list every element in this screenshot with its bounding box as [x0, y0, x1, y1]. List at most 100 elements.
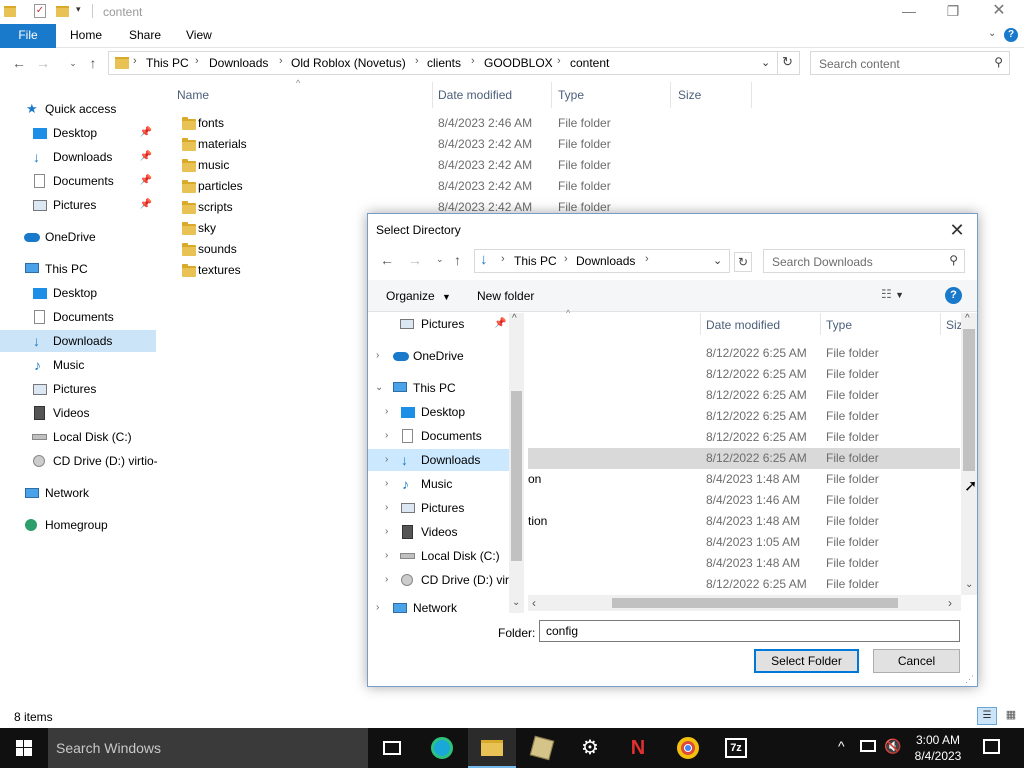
- scroll-up-icon[interactable]: ^: [965, 313, 970, 324]
- tree-scrollbar[interactable]: ^ ⌄: [509, 313, 524, 613]
- expand-ribbon-icon[interactable]: ⌄: [988, 28, 996, 39]
- column-header-type[interactable]: Type: [826, 318, 852, 332]
- back-arrow-icon[interactable]: ←: [380, 252, 394, 268]
- nav-pc-downloads[interactable]: ↓ Downloads: [0, 330, 156, 352]
- pin-icon[interactable]: 📌: [140, 146, 152, 168]
- cancel-button[interactable]: Cancel: [873, 649, 960, 673]
- properties-icon[interactable]: ✓: [34, 4, 46, 18]
- recent-locations-icon[interactable]: ⌄: [436, 254, 444, 265]
- file-explorer-icon[interactable]: [468, 728, 516, 768]
- breadcrumb-downloads[interactable]: Downloads: [209, 56, 268, 70]
- nav-pc-local-disk[interactable]: Local Disk (C:): [0, 426, 156, 448]
- list-vertical-scrollbar[interactable]: ^ ⌄: [961, 313, 977, 595]
- nav-pc-videos[interactable]: Videos: [0, 402, 156, 424]
- tree-item-network[interactable]: › Network: [368, 597, 510, 613]
- list-horizontal-scrollbar[interactable]: ‹ ›: [528, 595, 961, 611]
- file-row[interactable]: sky: [170, 218, 360, 239]
- list-item[interactable]: 8/12/2022 6:25 AM File folder: [528, 406, 960, 427]
- file-row[interactable]: textures: [170, 260, 360, 281]
- nav-pc-music[interactable]: ♪ Music: [0, 354, 156, 376]
- nav-qa-pictures[interactable]: Pictures 📌: [0, 194, 156, 216]
- list-item[interactable]: 8/12/2022 6:25 AM File folder: [528, 574, 960, 595]
- scroll-thumb[interactable]: [963, 329, 975, 471]
- chevron-right-icon[interactable]: ›: [385, 473, 388, 495]
- scroll-down-icon[interactable]: ⌄: [965, 579, 973, 590]
- edge-browser-icon[interactable]: [418, 728, 466, 768]
- list-item[interactable]: 8/12/2022 6:25 AM File folder: [528, 364, 960, 385]
- chevron-right-icon[interactable]: ›: [385, 449, 388, 471]
- dialog-search-box[interactable]: Search Downloads ⚲: [763, 249, 965, 273]
- list-item[interactable]: 8/12/2022 6:25 AM File folder: [528, 385, 960, 406]
- recent-locations-icon[interactable]: ⌄: [64, 54, 82, 72]
- breadcrumb-clients[interactable]: clients: [427, 56, 461, 70]
- file-row[interactable]: materials 8/4/2023 2:42 AM File folder: [170, 134, 770, 155]
- scroll-thumb[interactable]: [511, 391, 522, 561]
- list-item[interactable]: 8/4/2023 1:05 AM File folder: [528, 532, 960, 553]
- nav-pc-desktop[interactable]: Desktop: [0, 282, 156, 304]
- chevron-right-icon[interactable]: ›: [376, 345, 379, 367]
- new-folder-button[interactable]: New folder: [477, 289, 534, 303]
- tab-file[interactable]: File: [0, 24, 56, 48]
- close-icon[interactable]: ✕: [945, 218, 969, 242]
- scroll-thumb[interactable]: [612, 598, 898, 608]
- nav-qa-documents[interactable]: Documents 📌: [0, 170, 156, 192]
- tree-item-pictures-pc[interactable]: › Pictures: [368, 497, 510, 519]
- pin-icon[interactable]: 📌: [140, 122, 152, 144]
- nav-onedrive[interactable]: OneDrive: [0, 226, 156, 248]
- tree-item-downloads[interactable]: › ↓ Downloads: [368, 449, 510, 471]
- chevron-right-icon[interactable]: ›: [376, 597, 379, 613]
- column-header-name[interactable]: Name: [177, 88, 209, 102]
- up-arrow-icon[interactable]: ↑: [84, 54, 102, 72]
- breadcrumb-goodblox[interactable]: GOODBLOX: [484, 56, 553, 70]
- new-folder-icon[interactable]: [56, 6, 69, 17]
- address-dropdown-icon[interactable]: ⌄: [761, 56, 770, 69]
- scroll-left-icon[interactable]: ‹: [532, 596, 536, 610]
- windows-start-icon[interactable]: [16, 740, 32, 756]
- task-view-icon[interactable]: [368, 728, 416, 768]
- column-header-date[interactable]: Date modified: [706, 318, 780, 332]
- column-header-date[interactable]: Date modified: [438, 88, 512, 102]
- large-icons-view-icon[interactable]: ▦: [1001, 707, 1021, 725]
- resize-grip-icon[interactable]: ⋰: [965, 674, 974, 685]
- nav-pc-documents[interactable]: Documents: [0, 306, 156, 328]
- list-item[interactable]: on 8/4/2023 1:48 AM File folder: [528, 469, 960, 490]
- quick-access-dropdown-icon[interactable]: ▾: [76, 4, 81, 15]
- tab-share[interactable]: Share: [115, 24, 175, 48]
- nav-this-pc[interactable]: This PC: [0, 258, 156, 280]
- chevron-right-icon[interactable]: ›: [385, 545, 388, 567]
- chevron-right-icon[interactable]: ›: [385, 401, 388, 423]
- breadcrumb-this-pc[interactable]: This PC: [514, 254, 557, 268]
- help-icon[interactable]: ?: [1004, 28, 1018, 42]
- back-arrow-icon[interactable]: ←: [10, 54, 28, 72]
- nav-qa-downloads[interactable]: ↓ Downloads 📌: [0, 146, 156, 168]
- column-header-size[interactable]: Size: [678, 88, 701, 102]
- details-view-icon[interactable]: ☰: [977, 707, 997, 725]
- novetus-n-icon[interactable]: N: [614, 728, 662, 768]
- nav-network[interactable]: Network: [0, 482, 156, 504]
- select-folder-button[interactable]: Select Folder: [754, 649, 859, 673]
- dialog-address-bar[interactable]: ↓ › This PC › Downloads › ⌄: [474, 249, 730, 273]
- taskbar-clock[interactable]: 3:00 AM 8/4/2023: [910, 732, 966, 764]
- scroll-right-icon[interactable]: ›: [948, 596, 952, 610]
- chevron-right-icon[interactable]: ›: [385, 497, 388, 519]
- column-header-type[interactable]: Type: [558, 88, 584, 102]
- minimize-icon[interactable]: —: [886, 0, 932, 24]
- tree-item-documents[interactable]: › Documents: [368, 425, 510, 447]
- tree-item-music[interactable]: › ♪ Music: [368, 473, 510, 495]
- tree-item-this-pc[interactable]: ⌄ This PC: [368, 377, 510, 399]
- show-hidden-icons-chevron-icon[interactable]: ^: [838, 738, 845, 754]
- nav-homegroup[interactable]: Homegroup: [0, 514, 156, 536]
- tree-item-local-disk[interactable]: › Local Disk (C:): [368, 545, 510, 567]
- notifications-icon[interactable]: [983, 739, 1000, 754]
- organize-button[interactable]: Organize ▼: [386, 289, 451, 303]
- tree-item-desktop[interactable]: › Desktop: [368, 401, 510, 423]
- help-icon[interactable]: ?: [945, 287, 962, 304]
- breadcrumb-old-roblox[interactable]: Old Roblox (Novetus): [291, 56, 406, 70]
- file-row[interactable]: particles 8/4/2023 2:42 AM File folder: [170, 176, 770, 197]
- nav-quick-access[interactable]: ★ Quick access: [0, 98, 156, 120]
- scroll-up-icon[interactable]: ^: [512, 313, 517, 324]
- forward-arrow-icon[interactable]: →: [408, 252, 422, 268]
- address-bar[interactable]: › This PC › Downloads › Old Roblox (Nove…: [108, 51, 800, 75]
- network-status-icon[interactable]: [860, 740, 876, 752]
- list-item[interactable]: 8/4/2023 1:48 AM File folder: [528, 553, 960, 574]
